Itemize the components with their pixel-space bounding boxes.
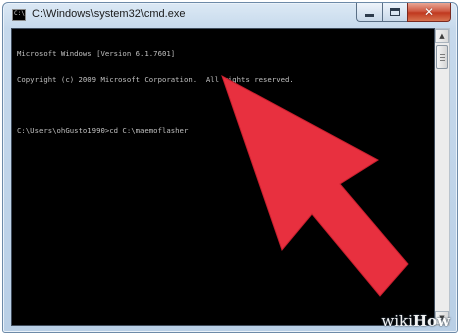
scroll-grip — [440, 54, 445, 55]
watermark-suffix: How — [412, 312, 450, 330]
console-line-version: Microsoft Windows [Version 6.1.7601] — [17, 49, 176, 58]
scroll-grip — [440, 57, 445, 58]
caption-buttons: ✕ — [356, 3, 451, 23]
close-icon: ✕ — [423, 5, 435, 19]
console-line-copyright: Copyright (c) 2009 Microsoft Corporation… — [17, 74, 294, 84]
console-line-command: C:\Users\ohGusto1990>cd C:\maemoflasher — [17, 125, 189, 135]
watermark-prefix: wiki — [381, 312, 413, 330]
minimize-icon — [365, 13, 374, 17]
minimize-button[interactable] — [356, 3, 382, 22]
maximize-button[interactable] — [382, 3, 407, 22]
scroll-grip — [440, 60, 445, 61]
maximize-icon — [390, 8, 400, 16]
vertical-scrollbar[interactable]: ▲ ▼ — [435, 28, 450, 326]
console-output[interactable]: Microsoft Windows [Version 6.1.7601] Cop… — [11, 28, 435, 326]
cmd-icon-glyph: C:\ — [14, 10, 25, 17]
console-text: Microsoft Windows [Version 6.1.7601] Cop… — [17, 33, 431, 152]
cmd-window: C:\ C:\Windows\system32\cmd.exe ✕ Micros… — [2, 2, 458, 333]
title-bar[interactable]: C:\ C:\Windows\system32\cmd.exe ✕ — [3, 3, 457, 27]
wikihow-watermark: wikiHow — [381, 312, 450, 330]
scroll-up-icon[interactable]: ▲ — [435, 29, 449, 43]
cmd-icon[interactable]: C:\ — [12, 9, 26, 21]
window-title: C:\Windows\system32\cmd.exe — [32, 8, 186, 20]
close-button[interactable]: ✕ — [407, 3, 451, 22]
scroll-thumb[interactable] — [436, 45, 448, 69]
